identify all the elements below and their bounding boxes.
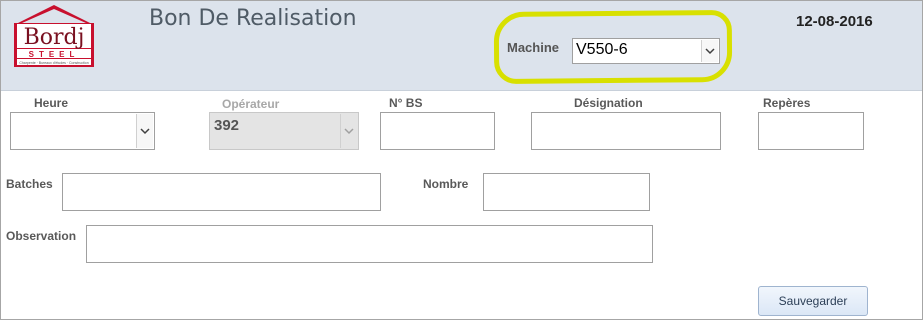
heure-dropdown[interactable] xyxy=(10,112,155,150)
svg-text:STEEL: STEEL xyxy=(29,50,80,59)
save-button[interactable]: Sauvegarder xyxy=(758,286,868,316)
chevron-down-icon xyxy=(705,47,715,54)
form-header: Bordj STEEL Charpente · Bureaux d'études… xyxy=(1,1,922,91)
operateur-value: 392 xyxy=(214,117,240,134)
machine-label: Machine xyxy=(507,40,560,55)
svg-text:Charpente · Bureaux d'études ·: Charpente · Bureaux d'études · Construct… xyxy=(19,61,88,65)
date-display: 12-08-2016 xyxy=(796,13,873,30)
dropdown-arrow[interactable] xyxy=(136,114,153,148)
svg-text:Bordj: Bordj xyxy=(24,25,85,50)
dropdown-arrow[interactable] xyxy=(701,40,718,62)
nombre-input[interactable] xyxy=(483,173,650,211)
chevron-down-icon xyxy=(344,127,354,134)
nombre-label: Nombre xyxy=(423,177,469,191)
heure-label: Heure xyxy=(34,96,69,110)
dropdown-arrow xyxy=(340,114,357,148)
observation-label: Observation xyxy=(6,229,77,243)
reperes-label: Repères xyxy=(763,96,811,110)
operateur-dropdown: 392 xyxy=(209,112,359,150)
page-title: Bon De Realisation xyxy=(149,6,357,31)
machine-value: V550-6 xyxy=(576,41,628,58)
chevron-down-icon xyxy=(140,127,150,134)
form-window: Bordj STEEL Charpente · Bureaux d'études… xyxy=(0,0,923,320)
n-bs-label: N° BS xyxy=(389,96,423,110)
observation-input[interactable] xyxy=(86,225,653,263)
n-bs-input[interactable] xyxy=(380,112,495,150)
designation-input[interactable] xyxy=(531,112,721,150)
reperes-input[interactable] xyxy=(758,112,864,150)
batches-input[interactable] xyxy=(62,173,381,211)
operateur-label: Opérateur xyxy=(222,97,280,111)
bordj-steel-logo: Bordj STEEL Charpente · Bureaux d'études… xyxy=(14,5,94,67)
machine-dropdown[interactable]: V550-6 xyxy=(572,38,720,64)
designation-label: Désignation xyxy=(574,96,643,110)
batches-label: Batches xyxy=(6,177,53,191)
